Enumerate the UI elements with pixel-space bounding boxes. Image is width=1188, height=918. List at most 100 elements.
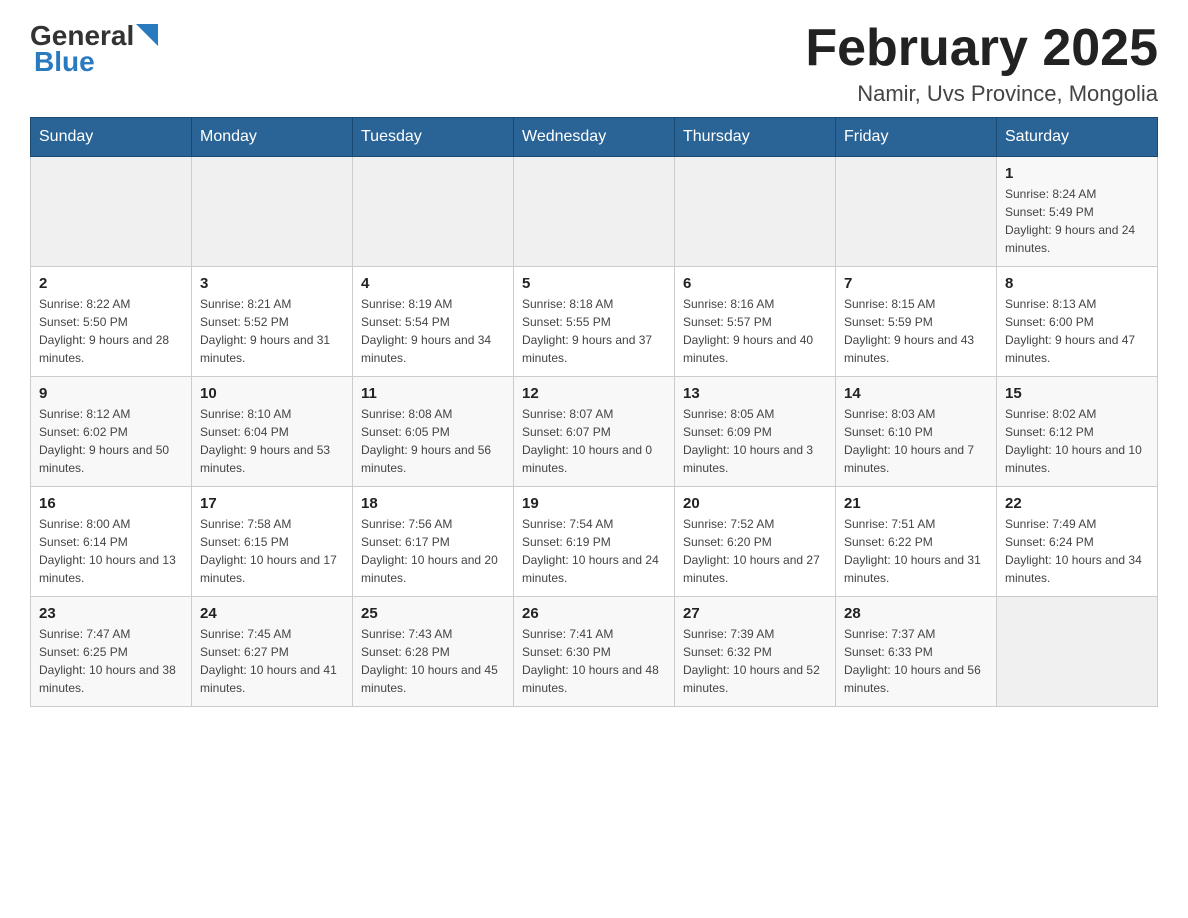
logo-arrow-icon	[136, 24, 158, 46]
calendar-cell: 28 Sunrise: 7:37 AMSunset: 6:33 PMDayligh…	[836, 597, 997, 707]
calendar-cell: 22 Sunrise: 7:49 AMSunset: 6:24 PMDayligh…	[997, 487, 1158, 597]
calendar-cell: 11 Sunrise: 8:08 AMSunset: 6:05 PMDayligh…	[353, 377, 514, 487]
day-info: Sunrise: 8:22 AMSunset: 5:50 PMDaylight:…	[39, 295, 183, 367]
day-number: 15	[1005, 385, 1149, 402]
day-number: 6	[683, 275, 827, 292]
weekday-header-saturday: Saturday	[997, 118, 1158, 157]
day-number: 12	[522, 385, 666, 402]
day-number: 11	[361, 385, 505, 402]
calendar-cell	[192, 157, 353, 267]
day-number: 23	[39, 605, 183, 622]
day-number: 19	[522, 495, 666, 512]
day-info: Sunrise: 8:03 AMSunset: 6:10 PMDaylight:…	[844, 405, 988, 477]
calendar-cell	[836, 157, 997, 267]
location-subtitle: Namir, Uvs Province, Mongolia	[805, 81, 1158, 107]
day-number: 3	[200, 275, 344, 292]
day-info: Sunrise: 7:39 AMSunset: 6:32 PMDaylight:…	[683, 625, 827, 697]
calendar-cell: 17 Sunrise: 7:58 AMSunset: 6:15 PMDayligh…	[192, 487, 353, 597]
calendar-cell	[353, 157, 514, 267]
day-info: Sunrise: 8:07 AMSunset: 6:07 PMDaylight:…	[522, 405, 666, 477]
day-info: Sunrise: 8:10 AMSunset: 6:04 PMDaylight:…	[200, 405, 344, 477]
day-info: Sunrise: 7:47 AMSunset: 6:25 PMDaylight:…	[39, 625, 183, 697]
day-info: Sunrise: 8:02 AMSunset: 6:12 PMDaylight:…	[1005, 405, 1149, 477]
day-number: 13	[683, 385, 827, 402]
day-number: 28	[844, 605, 988, 622]
calendar-week-row: 9 Sunrise: 8:12 AMSunset: 6:02 PMDaylight…	[31, 377, 1158, 487]
day-info: Sunrise: 8:19 AMSunset: 5:54 PMDaylight:…	[361, 295, 505, 367]
day-number: 1	[1005, 165, 1149, 182]
calendar-cell: 1 Sunrise: 8:24 AMSunset: 5:49 PMDaylight…	[997, 157, 1158, 267]
calendar-cell: 14 Sunrise: 8:03 AMSunset: 6:10 PMDayligh…	[836, 377, 997, 487]
day-info: Sunrise: 8:24 AMSunset: 5:49 PMDaylight:…	[1005, 185, 1149, 257]
day-info: Sunrise: 7:37 AMSunset: 6:33 PMDaylight:…	[844, 625, 988, 697]
weekday-header-thursday: Thursday	[675, 118, 836, 157]
calendar-cell: 3 Sunrise: 8:21 AMSunset: 5:52 PMDaylight…	[192, 267, 353, 377]
day-info: Sunrise: 8:08 AMSunset: 6:05 PMDaylight:…	[361, 405, 505, 477]
day-info: Sunrise: 7:54 AMSunset: 6:19 PMDaylight:…	[522, 515, 666, 587]
calendar-cell: 27 Sunrise: 7:39 AMSunset: 6:32 PMDayligh…	[675, 597, 836, 707]
calendar-cell: 13 Sunrise: 8:05 AMSunset: 6:09 PMDayligh…	[675, 377, 836, 487]
day-info: Sunrise: 7:52 AMSunset: 6:20 PMDaylight:…	[683, 515, 827, 587]
day-info: Sunrise: 7:58 AMSunset: 6:15 PMDaylight:…	[200, 515, 344, 587]
day-number: 20	[683, 495, 827, 512]
calendar-cell: 15 Sunrise: 8:02 AMSunset: 6:12 PMDayligh…	[997, 377, 1158, 487]
calendar-cell: 26 Sunrise: 7:41 AMSunset: 6:30 PMDayligh…	[514, 597, 675, 707]
day-info: Sunrise: 7:51 AMSunset: 6:22 PMDaylight:…	[844, 515, 988, 587]
calendar-cell: 6 Sunrise: 8:16 AMSunset: 5:57 PMDaylight…	[675, 267, 836, 377]
day-number: 22	[1005, 495, 1149, 512]
calendar-cell	[514, 157, 675, 267]
weekday-header-wednesday: Wednesday	[514, 118, 675, 157]
calendar-cell: 24 Sunrise: 7:45 AMSunset: 6:27 PMDayligh…	[192, 597, 353, 707]
calendar-cell: 10 Sunrise: 8:10 AMSunset: 6:04 PMDayligh…	[192, 377, 353, 487]
day-number: 26	[522, 605, 666, 622]
calendar-cell: 23 Sunrise: 7:47 AMSunset: 6:25 PMDayligh…	[31, 597, 192, 707]
calendar-cell	[675, 157, 836, 267]
calendar-cell	[31, 157, 192, 267]
day-info: Sunrise: 8:00 AMSunset: 6:14 PMDaylight:…	[39, 515, 183, 587]
day-number: 14	[844, 385, 988, 402]
day-number: 17	[200, 495, 344, 512]
day-info: Sunrise: 8:12 AMSunset: 6:02 PMDaylight:…	[39, 405, 183, 477]
day-info: Sunrise: 7:49 AMSunset: 6:24 PMDaylight:…	[1005, 515, 1149, 587]
calendar-week-row: 23 Sunrise: 7:47 AMSunset: 6:25 PMDayligh…	[31, 597, 1158, 707]
day-number: 10	[200, 385, 344, 402]
day-number: 16	[39, 495, 183, 512]
day-info: Sunrise: 7:45 AMSunset: 6:27 PMDaylight:…	[200, 625, 344, 697]
day-info: Sunrise: 7:56 AMSunset: 6:17 PMDaylight:…	[361, 515, 505, 587]
day-number: 25	[361, 605, 505, 622]
day-number: 21	[844, 495, 988, 512]
logo: General Blue	[30, 20, 158, 78]
calendar-cell: 18 Sunrise: 7:56 AMSunset: 6:17 PMDayligh…	[353, 487, 514, 597]
day-info: Sunrise: 8:18 AMSunset: 5:55 PMDaylight:…	[522, 295, 666, 367]
day-number: 5	[522, 275, 666, 292]
day-info: Sunrise: 8:13 AMSunset: 6:00 PMDaylight:…	[1005, 295, 1149, 367]
calendar-week-row: 2 Sunrise: 8:22 AMSunset: 5:50 PMDaylight…	[31, 267, 1158, 377]
weekday-header-row: SundayMondayTuesdayWednesdayThursdayFrid…	[31, 118, 1158, 157]
weekday-header-sunday: Sunday	[31, 118, 192, 157]
day-number: 24	[200, 605, 344, 622]
day-number: 8	[1005, 275, 1149, 292]
weekday-header-friday: Friday	[836, 118, 997, 157]
calendar-cell: 2 Sunrise: 8:22 AMSunset: 5:50 PMDaylight…	[31, 267, 192, 377]
calendar-cell: 20 Sunrise: 7:52 AMSunset: 6:20 PMDayligh…	[675, 487, 836, 597]
day-info: Sunrise: 8:15 AMSunset: 5:59 PMDaylight:…	[844, 295, 988, 367]
day-info: Sunrise: 8:21 AMSunset: 5:52 PMDaylight:…	[200, 295, 344, 367]
calendar-cell: 16 Sunrise: 8:00 AMSunset: 6:14 PMDayligh…	[31, 487, 192, 597]
day-number: 27	[683, 605, 827, 622]
day-info: Sunrise: 8:16 AMSunset: 5:57 PMDaylight:…	[683, 295, 827, 367]
day-info: Sunrise: 7:43 AMSunset: 6:28 PMDaylight:…	[361, 625, 505, 697]
calendar-week-row: 16 Sunrise: 8:00 AMSunset: 6:14 PMDayligh…	[31, 487, 1158, 597]
day-number: 4	[361, 275, 505, 292]
day-info: Sunrise: 7:41 AMSunset: 6:30 PMDaylight:…	[522, 625, 666, 697]
day-info: Sunrise: 8:05 AMSunset: 6:09 PMDaylight:…	[683, 405, 827, 477]
page-header: General Blue February 2025 Namir, Uvs Pr…	[30, 20, 1158, 107]
day-number: 7	[844, 275, 988, 292]
calendar-cell: 9 Sunrise: 8:12 AMSunset: 6:02 PMDaylight…	[31, 377, 192, 487]
calendar-table: SundayMondayTuesdayWednesdayThursdayFrid…	[30, 117, 1158, 707]
calendar-cell: 5 Sunrise: 8:18 AMSunset: 5:55 PMDaylight…	[514, 267, 675, 377]
day-number: 2	[39, 275, 183, 292]
calendar-cell: 19 Sunrise: 7:54 AMSunset: 6:19 PMDayligh…	[514, 487, 675, 597]
day-number: 18	[361, 495, 505, 512]
day-number: 9	[39, 385, 183, 402]
calendar-cell: 25 Sunrise: 7:43 AMSunset: 6:28 PMDayligh…	[353, 597, 514, 707]
